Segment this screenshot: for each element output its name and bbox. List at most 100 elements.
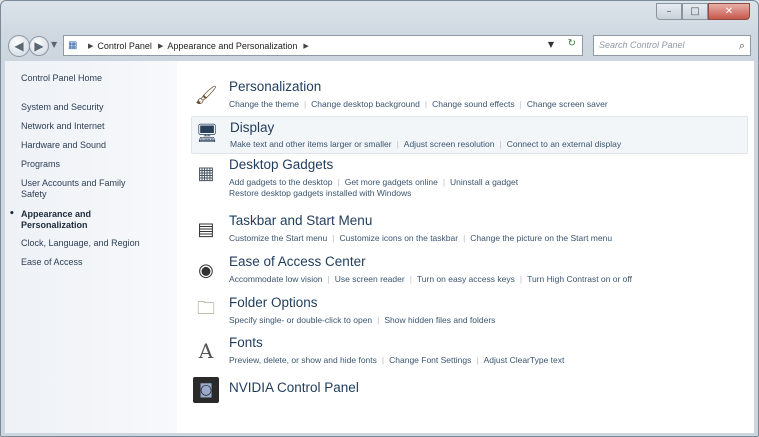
category-title-ease-of-access[interactable]: Ease of Access Center [229,254,366,269]
task-link[interactable]: Accommodate low vision [229,274,323,284]
close-button[interactable]: ✕ [708,3,750,20]
task-link[interactable]: Get more gadgets online [345,177,438,187]
task-link[interactable]: Restore desktop gadgets installed with W… [229,188,411,198]
sidebar-item-network[interactable]: Network and Internet [21,121,171,132]
sidebar: Control Panel Home System and Security N… [5,61,177,433]
sidebar-item-label: Appearance and Personalization [21,209,92,230]
link-separator: | [381,355,385,365]
ease-of-access-icon[interactable]: ◉ [193,257,219,283]
fonts-icon[interactable]: A [193,338,219,364]
sidebar-item-ease-of-access[interactable]: Ease of Access [21,257,171,268]
link-separator: | [409,274,412,284]
category-nvidia: ◙ NVIDIA Control Panel [191,374,746,404]
crumb-separator[interactable]: ▶ [88,42,93,50]
link-separator: | [332,233,335,243]
search-icon[interactable]: ⌕ [739,36,745,55]
task-link[interactable]: Use screen reader [335,274,405,284]
breadcrumb-appearance[interactable]: Appearance and Personalization [167,41,297,51]
category-title-display[interactable]: Display [230,120,274,135]
folder-options-icon[interactable]: 🗀 [193,298,219,324]
maximize-button[interactable]: □ [682,3,708,20]
task-link[interactable]: Change the picture on the Start menu [470,233,612,243]
category-title-folder-options[interactable]: Folder Options [229,295,318,310]
task-link[interactable]: Adjust screen resolution [404,139,495,149]
link-separator: | [519,99,522,109]
gadgets-icon[interactable]: ▦ [193,160,219,186]
address-bar[interactable]: ▦ ▶ Control Panel ▶ Appearance and Perso… [63,35,583,56]
display-icon[interactable]: 🖥 [194,120,220,146]
category-display: 🖥 Display Make text and other items larg… [191,116,748,154]
category-fonts: A Fonts Preview, delete, or show and hid… [191,335,746,371]
search-input[interactable]: Search Control Panel ⌕ [593,35,751,56]
crumb-separator[interactable]: ▶ [158,42,163,50]
content-area: Control Panel Home System and Security N… [5,61,754,433]
link-separator: | [303,99,307,109]
task-link[interactable]: Uninstall a gadget [450,177,518,187]
category-personalization: 🖌 Personalization Change the theme | Chang… [191,79,746,115]
sidebar-item-appearance[interactable]: • Appearance and Personalization [9,209,131,231]
category-title-personalization[interactable]: Personalization [229,79,321,94]
refresh-icon[interactable]: ↻ [568,38,576,49]
task-link[interactable]: Show hidden files and folders [384,315,495,325]
nvidia-icon[interactable]: ◙ [193,377,219,403]
category-title-taskbar[interactable]: Taskbar and Start Menu [229,213,372,228]
back-button[interactable]: ◀ [8,35,30,57]
task-link[interactable]: Customize the Start menu [229,233,327,243]
forward-button[interactable]: ▶ [29,36,49,56]
task-links: Preview, delete, or show and hide fonts |… [229,354,564,366]
sidebar-item-programs[interactable]: Programs [21,159,171,170]
link-separator: | [337,177,340,187]
sidebar-item-system-security[interactable]: System and Security [21,102,171,113]
task-link[interactable]: Preview, delete, or show and hide fonts [229,355,377,365]
main-panel: 🖌 Personalization Change the theme | Chang… [177,61,754,433]
task-links-second-row: Restore desktop gadgets installed with W… [229,188,411,198]
breadcrumb-control-panel[interactable]: Control Panel [97,41,152,51]
task-link[interactable]: Add gadgets to the desktop [229,177,333,187]
personalization-icon[interactable]: 🖌 [193,82,219,108]
link-separator: | [499,139,502,149]
link-separator: | [424,99,428,109]
link-separator: | [519,274,523,284]
navigation-bar: ◀ ▶ ▼ ▦ ▶ Control Panel ▶ Appearance and… [1,33,758,61]
current-item-bullet: • [9,209,15,219]
sidebar-item-hardware[interactable]: Hardware and Sound [21,140,171,151]
task-link[interactable]: Customize icons on the taskbar [339,233,458,243]
address-dropdown[interactable]: ▼ [548,40,554,49]
taskbar-icon[interactable]: ▤ [193,216,219,242]
search-placeholder: Search Control Panel [599,40,685,50]
category-taskbar: ▤ Taskbar and Start Menu Customize the S… [191,213,746,249]
link-separator: | [463,233,466,243]
category-desktop-gadgets: ▦ Desktop Gadgets Add gadgets to the des… [191,157,746,205]
sidebar-item-clock-language[interactable]: Clock, Language, and Region [21,238,171,249]
category-title-nvidia[interactable]: NVIDIA Control Panel [229,380,359,395]
recent-pages-dropdown[interactable]: ▼ [51,40,57,49]
task-link[interactable]: Adjust ClearType text [484,355,565,365]
sidebar-item-control-panel-home[interactable]: Control Panel Home [21,73,171,84]
link-separator: | [377,315,380,325]
category-title-desktop-gadgets[interactable]: Desktop Gadgets [229,157,333,172]
window-controls: – □ ✕ [656,3,750,20]
control-panel-window: – □ ✕ ◀ ▶ ▼ ▦ ▶ Control Panel ▶ Appearan… [0,0,759,437]
task-link[interactable]: Connect to an external display [507,139,621,149]
category-title-fonts[interactable]: Fonts [229,335,263,350]
task-links: Accommodate low vision | Use screen reader… [229,273,632,285]
task-link[interactable]: Specify single- or double-click to open [229,315,372,325]
task-links: Add gadgets to the desktop | Get more gadg… [229,176,518,188]
category-ease-of-access: ◉ Ease of Access Center Accommodate low … [191,254,746,290]
task-link[interactable]: Turn High Contrast on or off [527,274,632,284]
task-link[interactable]: Change the theme [229,99,299,109]
task-link[interactable]: Change sound effects [432,99,515,109]
link-separator: | [327,274,330,284]
task-link[interactable]: Change Font Settings [389,355,471,365]
minimize-button[interactable]: – [656,3,682,20]
task-links: Change the theme | Change desktop backgrou… [229,98,608,110]
task-link[interactable]: Change screen saver [527,99,608,109]
task-link[interactable]: Make text and other items larger or smal… [230,139,392,149]
crumb-separator[interactable]: ▶ [303,42,308,50]
task-link[interactable]: Turn on easy access keys [417,274,515,284]
category-folder-options: 🗀 Folder Options Specify single- or doub… [191,295,746,331]
task-links: Specify single- or double-click to open |… [229,314,495,326]
task-links: Customize the Start menu | Customize icons… [229,232,612,244]
sidebar-item-user-accounts[interactable]: User Accounts and Family Safety [21,178,151,200]
task-link[interactable]: Change desktop background [311,99,420,109]
